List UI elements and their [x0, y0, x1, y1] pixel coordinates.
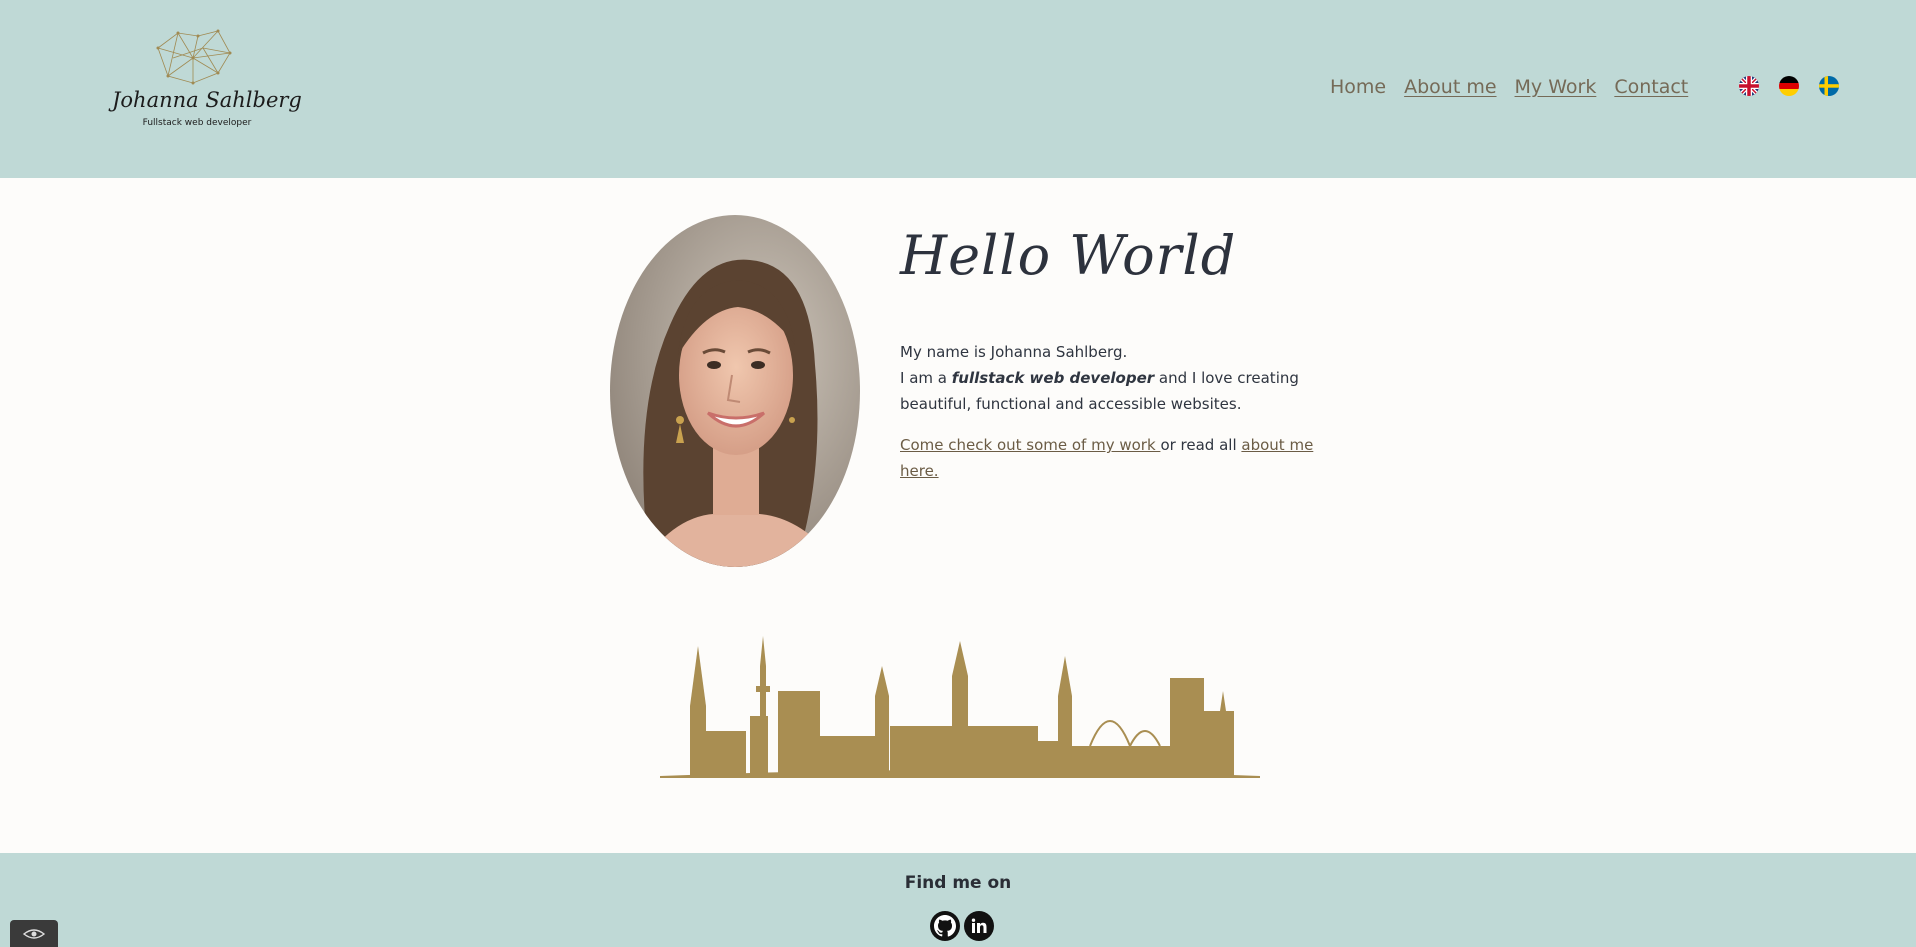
- eye-icon: [23, 928, 45, 939]
- nav-my-work[interactable]: My Work: [1515, 76, 1597, 98]
- footer-title: Find me on: [904, 873, 1012, 893]
- intro-role-emphasis: fullstack web developer: [951, 369, 1155, 387]
- link-connector-text: or read all: [1160, 436, 1242, 454]
- main-nav: Home About me My Work Contact: [1330, 76, 1688, 98]
- github-icon[interactable]: [930, 911, 960, 941]
- intro-role-prefix: I am a: [900, 369, 952, 387]
- network-logo-icon: [156, 29, 232, 85]
- intro-line-name: My name is Johanna Sahlberg.: [900, 343, 1128, 361]
- brand-name: Johanna Sahlberg: [112, 88, 302, 112]
- intro-text: My name is Johanna Sahlberg. I am a full…: [900, 339, 1320, 484]
- city-skyline-illustration: [660, 636, 1260, 778]
- english-flag-icon[interactable]: [1739, 76, 1759, 96]
- nav-about-me[interactable]: About me: [1404, 76, 1496, 98]
- hero-title: Hello World: [900, 224, 1237, 287]
- linkedin-icon[interactable]: [964, 911, 994, 941]
- brand-tagline: Fullstack web developer: [142, 118, 252, 128]
- language-switcher: [1739, 76, 1839, 96]
- nav-contact[interactable]: Contact: [1614, 76, 1688, 98]
- intro-line-role: I am a fullstack web developer and I lov…: [900, 365, 1320, 417]
- logo[interactable]: Johanna Sahlberg Fullstack web developer: [112, 28, 302, 132]
- my-work-link[interactable]: Come check out some of my work: [900, 436, 1160, 454]
- portrait-image: [610, 215, 860, 567]
- profile-photo: [610, 215, 860, 567]
- german-flag-icon[interactable]: [1779, 76, 1799, 96]
- settings-tab-button[interactable]: [10, 920, 58, 947]
- site-header: Johanna Sahlberg Fullstack web developer…: [0, 0, 1916, 178]
- site-footer: Find me on: [0, 853, 1916, 947]
- intro-links: Come check out some of my work or read a…: [900, 432, 1320, 484]
- social-links: [930, 911, 994, 941]
- swedish-flag-icon[interactable]: [1819, 76, 1839, 96]
- nav-home[interactable]: Home: [1330, 76, 1386, 98]
